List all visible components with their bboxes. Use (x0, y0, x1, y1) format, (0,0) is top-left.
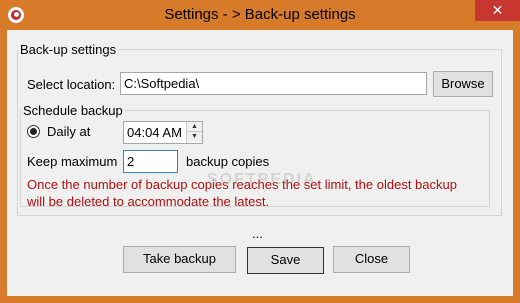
backup-copies-label: backup copies (186, 154, 270, 169)
daily-radio[interactable] (27, 125, 40, 138)
browse-button[interactable]: Browse (433, 71, 493, 97)
time-value: 04:04 AM (127, 125, 182, 140)
warning-line-2: will be deleted to accommodate the lates… (27, 194, 270, 209)
spin-up-icon[interactable]: ▲ (187, 122, 202, 132)
window-title: Settings - > Back-up settings (164, 6, 356, 23)
settings-window: Settings - > Back-up settings ✕ Back-up … (0, 0, 520, 303)
status-text: ... (252, 226, 263, 241)
close-button[interactable]: Close (333, 246, 410, 273)
keep-maximum-label: Keep maximum (27, 154, 118, 169)
backup-settings-legend: Back-up settings (20, 42, 117, 57)
spin-down-icon[interactable]: ▼ (187, 132, 202, 142)
window-close-button[interactable]: ✕ (475, 0, 520, 21)
location-input[interactable]: C:\Softpedia\ (120, 72, 427, 95)
schedule-backup-legend: Schedule backup (23, 103, 123, 118)
watermark: SOFTPEDIA (207, 171, 317, 188)
time-spinner[interactable]: ▲ ▼ (186, 122, 202, 143)
title-bar[interactable]: Settings - > Back-up settings ✕ (0, 0, 520, 30)
dialog-body: Back-up settings Select location: C:\Sof… (7, 30, 513, 296)
take-backup-button[interactable]: Take backup (123, 246, 236, 273)
select-location-label: Select location: (27, 77, 116, 92)
max-copies-input[interactable]: 2 (123, 150, 178, 173)
daily-at-label: Daily at (47, 124, 91, 139)
save-button[interactable]: Save (247, 247, 324, 274)
